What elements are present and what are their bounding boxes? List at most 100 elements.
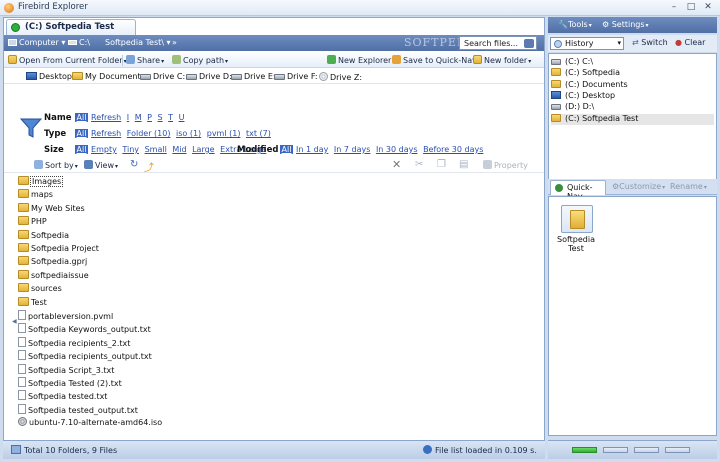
breadcrumb-softpedia-test[interactable]: Softpedia Test\ ▾ (105, 38, 171, 47)
filter-name-refresh[interactable]: Refresh (91, 113, 121, 122)
place-drive-c[interactable]: Drive C: (140, 72, 185, 81)
view-button[interactable]: View▾ (84, 160, 118, 170)
folder-row[interactable]: softpediaissue (18, 269, 89, 283)
filter-type-iso[interactable]: iso (1) (176, 129, 201, 138)
file-row[interactable]: Softpedia Script_3.txt (18, 363, 114, 377)
folder-row[interactable]: Softpedia Project (18, 243, 99, 256)
filter-size-small[interactable]: Small (145, 145, 167, 154)
new-explorer-button[interactable]: New Explorer (327, 55, 391, 65)
file-row[interactable]: Softpedia tested_output.txt (18, 403, 138, 417)
filter-type-folder[interactable]: Folder (10) (127, 129, 171, 138)
filter-name-s[interactable]: S (158, 113, 163, 122)
settings-menu[interactable]: ⚙ Settings▾ (602, 20, 649, 29)
file-row[interactable]: portableversion.pvml (18, 310, 113, 323)
file-row[interactable]: Softpedia Keywords_output.txt (18, 323, 151, 336)
history-select[interactable]: History ▾ (550, 37, 624, 50)
file-row[interactable]: Softpedia tested.txt (18, 390, 107, 403)
paste-icon[interactable]: ▤ (459, 159, 468, 170)
filter-modified-all[interactable]: All (279, 145, 294, 154)
history-item[interactable]: (C:) Softpedia (551, 68, 714, 79)
history-item[interactable]: (C:) Desktop (551, 90, 714, 102)
clear-button[interactable]: ● Clear (675, 38, 705, 47)
customize-button[interactable]: ⚙Customize▾ (612, 182, 665, 191)
place-drive-f[interactable]: Drive F: (274, 72, 318, 81)
folder-row[interactable]: Test (18, 296, 47, 310)
history-item[interactable]: (C:) C:\ (551, 57, 714, 68)
place-drive-e[interactable]: Drive E: (231, 72, 276, 81)
property-button[interactable]: Property (483, 160, 528, 170)
side-panel: 🔧Tools▾ ⚙ Settings▾ History ▾ ⇄ Switch ●… (548, 17, 717, 459)
search-input[interactable]: Search files... (459, 36, 537, 50)
quicknav-item[interactable] (561, 205, 593, 233)
file-row[interactable]: Softpedia Tested (2).txt (18, 377, 122, 390)
refresh-icon[interactable]: ↻ (130, 159, 138, 170)
rename-button[interactable]: Rename▾ (670, 182, 707, 191)
cut-icon[interactable]: ✂ (415, 159, 423, 170)
tools-menu[interactable]: 🔧Tools▾ (558, 20, 592, 29)
open-from-current-folder-button[interactable]: Open From Current Folder▾ (8, 55, 127, 65)
panel-indicator-1[interactable] (572, 447, 597, 453)
save-to-quicknav-button[interactable]: Save to Quick-Nav (392, 55, 477, 65)
copy-file-icon[interactable]: ❐ (437, 159, 446, 170)
copy-path-button[interactable]: Copy path▾ (172, 55, 228, 65)
filter-type-all[interactable]: All (74, 129, 89, 138)
search-icon[interactable] (524, 39, 534, 48)
file-row[interactable]: Softpedia recipients_output.txt (18, 350, 152, 363)
filter-name-t[interactable]: T (168, 113, 173, 122)
breadcrumb-drive-c[interactable]: C:\ (68, 38, 90, 47)
file-row[interactable]: Softpedia recipients_2.txt (18, 336, 130, 350)
history-item[interactable]: (C:) Softpedia Test (551, 113, 714, 125)
search-placeholder: Search files... (464, 39, 519, 48)
folder-row[interactable]: My Web Sites (18, 202, 85, 216)
folder-row[interactable]: Softpedia.gprj (18, 256, 87, 269)
folder-row[interactable]: Softpedia (18, 229, 69, 243)
filter-size-large[interactable]: Large (192, 145, 215, 154)
filter-name-p[interactable]: P (147, 113, 152, 122)
filter-name-m[interactable]: M (135, 113, 142, 122)
tab-current-folder[interactable]: (C:) Softpedia Test (6, 19, 136, 35)
file-row[interactable]: ubuntu-7.10-alternate-amd64.iso (18, 417, 162, 430)
new-folder-button[interactable]: New folder▾ (473, 55, 531, 65)
filter-name-all[interactable]: All (74, 113, 89, 122)
filter-type-txt[interactable]: txt (7) (246, 129, 271, 138)
filter-type-refresh[interactable]: Refresh (91, 129, 121, 138)
sort-by-button[interactable]: Sort by▾ (34, 160, 78, 170)
panel-indicator-4[interactable] (665, 447, 690, 453)
disc-image-icon (18, 417, 27, 427)
filter-size-empty[interactable]: Empty (91, 145, 117, 154)
filter-modified-7days[interactable]: In 7 days (334, 145, 371, 154)
filter-name-u[interactable]: U (179, 113, 185, 122)
panel-indicator-3[interactable] (634, 447, 659, 453)
share-button[interactable]: Share▾ (126, 55, 164, 65)
splitter-handle[interactable]: ◀ (12, 318, 17, 325)
breadcrumb-computer[interactable]: Computer ▾ (8, 38, 65, 47)
filter-size-tiny[interactable]: Tiny (122, 145, 139, 154)
filter-name-i[interactable]: I (127, 113, 129, 122)
tab-quicknav[interactable]: Quick-Nav (550, 180, 606, 201)
up-folder-icon[interactable]: ⤴ (144, 159, 154, 174)
history-item[interactable]: (C:) Documents (551, 79, 714, 91)
computer-icon (8, 39, 17, 46)
breadcrumb-more[interactable]: » (172, 38, 177, 47)
minimize-button[interactable]: – (667, 2, 681, 14)
filter-modified-before30[interactable]: Before 30 days (423, 145, 483, 154)
folder-row[interactable]: PHP (18, 216, 47, 229)
close-button[interactable]: ✕ (701, 2, 715, 14)
maximize-button[interactable]: □ (684, 2, 698, 14)
folder-row[interactable]: Images (18, 176, 64, 189)
place-my-documents[interactable]: My Documents (72, 72, 145, 81)
filter-modified-1day[interactable]: In 1 day (296, 145, 328, 154)
panel-indicator-2[interactable] (603, 447, 628, 453)
delete-icon[interactable]: ✕ (392, 158, 401, 171)
history-item[interactable]: (D:) D:\ (551, 102, 714, 113)
filter-type-pvml[interactable]: pvml (1) (207, 129, 241, 138)
place-drive-d[interactable]: Drive D: (186, 72, 232, 81)
folder-row[interactable]: sources (18, 283, 62, 296)
filter-size-mid[interactable]: Mid (172, 145, 186, 154)
place-desktop[interactable]: Desktop (26, 72, 72, 81)
filter-modified-30days[interactable]: In 30 days (376, 145, 418, 154)
switch-button[interactable]: ⇄ Switch (632, 38, 668, 47)
filter-size-all[interactable]: All (74, 145, 89, 154)
place-drive-z[interactable]: Drive Z: (319, 72, 362, 82)
folder-row[interactable]: maps (18, 189, 53, 202)
